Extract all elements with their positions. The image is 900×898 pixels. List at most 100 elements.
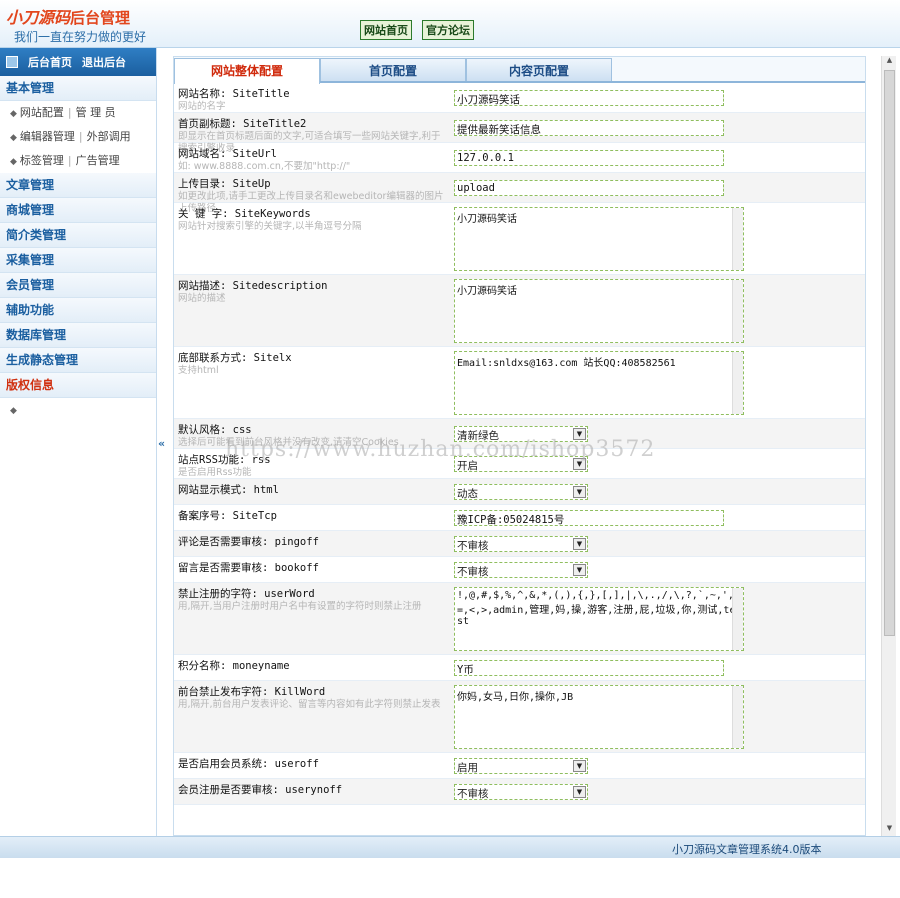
menu-group-3[interactable]: 简介类管理 bbox=[0, 223, 156, 248]
separator: | bbox=[67, 154, 72, 167]
header: 小刀源码后台管理 我们一直在努力做的更好 网站首页 官方论坛 bbox=[0, 0, 900, 48]
tab-content-config[interactable]: 内容页配置 bbox=[466, 58, 612, 81]
text-input[interactable]: 小刀源码笑话 bbox=[454, 89, 724, 106]
field-value-cell: 提供最新笑话信息 bbox=[454, 113, 865, 142]
select-dropdown[interactable]: 启用 ▼ bbox=[454, 757, 588, 774]
separator: | bbox=[78, 130, 83, 143]
textarea[interactable]: 小刀源码笑话 bbox=[454, 278, 744, 343]
form-row: 评论是否需要审核: pingoff 不审核 ▼ bbox=[174, 531, 865, 557]
menu-group-1[interactable]: 文章管理 bbox=[0, 173, 156, 198]
grid-icon bbox=[6, 56, 18, 68]
chevron-down-icon[interactable]: ▼ bbox=[573, 563, 586, 576]
field-label-cell: 备案序号: SiteTcp bbox=[174, 505, 454, 530]
menu-item[interactable]: 广告管理 bbox=[76, 154, 120, 167]
textarea[interactable]: Email:snldxs@163.com 站长QQ:408582561 bbox=[454, 350, 744, 415]
text-input[interactable]: Y币 bbox=[454, 659, 724, 676]
chevron-down-icon[interactable]: ▼ bbox=[573, 537, 586, 550]
menu-item[interactable]: 编辑器管理 bbox=[20, 130, 75, 143]
menu-group-0[interactable]: 基本管理 bbox=[0, 76, 156, 101]
menu-item[interactable]: 外部调用 bbox=[87, 130, 131, 143]
footer: 小刀源码文章管理系统4.0版本 bbox=[0, 836, 900, 858]
select-value: 清新绿色 bbox=[457, 429, 499, 442]
form-row: 站点RSS功能: rss 是否启用Rss功能 开启 ▼ bbox=[174, 449, 865, 479]
field-hint: 选择后可能看到前台风格并没有改变,请清空Cookies bbox=[178, 437, 399, 448]
menu-sub-row: ◆ 网站配置 | 管 理 员 bbox=[0, 101, 156, 125]
field-label-cell: 积分名称: moneyname bbox=[174, 655, 454, 680]
diamond-bullet-icon: ◆ bbox=[10, 157, 17, 167]
brand-name: 小刀源码 bbox=[6, 8, 71, 27]
field-value-cell: 不审核 ▼ bbox=[454, 531, 865, 556]
menu-group-6[interactable]: 辅助功能 bbox=[0, 298, 156, 323]
field-value-cell: 开启 ▼ bbox=[454, 449, 865, 478]
site-home-link[interactable]: 网站首页 bbox=[360, 20, 412, 40]
select-dropdown[interactable]: 开启 ▼ bbox=[454, 455, 588, 472]
forum-link[interactable]: 官方论坛 bbox=[422, 20, 474, 40]
text-input[interactable]: 豫ICP备:05024815号 bbox=[454, 509, 724, 526]
select-dropdown[interactable]: 不审核 ▼ bbox=[454, 561, 588, 578]
textarea[interactable]: 小刀源码笑话 bbox=[454, 206, 744, 271]
field-label: 关 键 字: SiteKeywords bbox=[178, 208, 311, 220]
diamond-bullet-icon: ◆ bbox=[10, 109, 17, 119]
field-label: 积分名称: moneyname bbox=[178, 660, 290, 672]
menu-group-2[interactable]: 商城管理 bbox=[0, 198, 156, 223]
form-row: 备案序号: SiteTcp 豫ICP备:05024815号 bbox=[174, 505, 865, 531]
field-hint: 如: www.8888.com.cn,不要加"http://" bbox=[178, 161, 351, 172]
menu-sub-row: ◆ bbox=[0, 398, 156, 422]
menu-group-5[interactable]: 会员管理 bbox=[0, 273, 156, 298]
tab-bar: 网站整体配置 首页配置 内容页配置 bbox=[174, 57, 865, 84]
collapse-sidebar-icon[interactable]: « bbox=[158, 437, 172, 451]
menu-item[interactable]: 网站配置 bbox=[20, 106, 64, 119]
scroll-down-icon[interactable]: ▼ bbox=[882, 824, 897, 836]
scroll-up-icon[interactable]: ▲ bbox=[882, 56, 897, 68]
menu-item[interactable]: 标签管理 bbox=[20, 154, 64, 167]
select-dropdown[interactable]: 清新绿色 ▼ bbox=[454, 425, 588, 442]
select-dropdown[interactable]: 不审核 ▼ bbox=[454, 783, 588, 800]
field-label-cell: 首页副标题: SiteTitle2 即显示在首页标题后面的文字,可适合填写一些网站… bbox=[174, 113, 454, 154]
select-value: 不审核 bbox=[457, 539, 489, 552]
tab-site-config[interactable]: 网站整体配置 bbox=[174, 58, 320, 84]
chevron-down-icon[interactable]: ▼ bbox=[573, 427, 586, 440]
field-label-cell: 禁止注册的字符: userWord 用,隔开,当用户注册时用户名中有设置的字符时则… bbox=[174, 583, 454, 654]
field-value-cell: 小刀源码笑话 bbox=[454, 275, 865, 346]
textarea[interactable]: !,@,#,$,%,^,&,*,(,),{,},[,],|,\,.,/,\,?,… bbox=[454, 586, 744, 651]
menu-group-8[interactable]: 生成静态管理 bbox=[0, 348, 156, 373]
text-input[interactable]: 127.0.0.1 bbox=[454, 149, 724, 166]
field-label-cell: 网站名称: SiteTitle 网站的名字 bbox=[174, 83, 454, 112]
menu-group-7[interactable]: 数据库管理 bbox=[0, 323, 156, 348]
field-label: 网站显示模式: html bbox=[178, 484, 279, 496]
field-label: 上传目录: SiteUp bbox=[178, 178, 271, 190]
chevron-down-icon[interactable]: ▼ bbox=[573, 457, 586, 470]
form-row: 网站域名: SiteUrl 如: www.8888.com.cn,不要加"http… bbox=[174, 143, 865, 173]
select-dropdown[interactable]: 动态 ▼ bbox=[454, 483, 588, 500]
text-input[interactable]: upload bbox=[454, 179, 724, 196]
field-hint: 网站的名字 bbox=[178, 101, 226, 112]
chevron-down-icon[interactable]: ▼ bbox=[573, 485, 586, 498]
form-row: 禁止注册的字符: userWord 用,隔开,当用户注册时用户名中有设置的字符时则… bbox=[174, 583, 865, 655]
chevron-down-icon[interactable]: ▼ bbox=[573, 759, 586, 772]
field-value-cell: 小刀源码笑话 bbox=[454, 83, 865, 112]
admin-home-link[interactable]: 后台首页 bbox=[28, 54, 72, 70]
select-dropdown[interactable]: 不审核 ▼ bbox=[454, 535, 588, 552]
field-label: 评论是否需要审核: pingoff bbox=[178, 536, 319, 548]
menu-sub-row: ◆ 编辑器管理 | 外部调用 bbox=[0, 125, 156, 149]
field-label-cell: 关 键 字: SiteKeywords 网站针对搜索引擎的关键字,以半角逗号分隔 bbox=[174, 203, 454, 274]
diamond-bullet-icon: ◆ bbox=[10, 133, 17, 143]
main-panel: 网站整体配置 首页配置 内容页配置 网站名称: SiteTitle 网站的名字 小刀… bbox=[173, 56, 866, 836]
field-hint: 支持html bbox=[178, 365, 219, 376]
field-value-cell: 你妈,女马,日你,操你,JB bbox=[454, 681, 865, 752]
select-value: 启用 bbox=[457, 761, 478, 774]
tab-home-config[interactable]: 首页配置 bbox=[320, 58, 466, 81]
menu-item[interactable]: 管 理 员 bbox=[76, 106, 116, 119]
logout-link[interactable]: 退出后台 bbox=[82, 54, 126, 70]
textarea[interactable]: 你妈,女马,日你,操你,JB bbox=[454, 684, 744, 749]
scrollbar[interactable]: ▲ ▼ bbox=[881, 56, 896, 836]
field-value-cell: 127.0.0.1 bbox=[454, 143, 865, 172]
chevron-down-icon[interactable]: ▼ bbox=[573, 785, 586, 798]
menu-group-9[interactable]: 版权信息 bbox=[0, 373, 156, 398]
field-value-cell: Y币 bbox=[454, 655, 865, 680]
field-value-cell: 启用 ▼ bbox=[454, 753, 865, 778]
scroll-thumb[interactable] bbox=[884, 70, 895, 636]
text-input[interactable]: 提供最新笑话信息 bbox=[454, 119, 724, 136]
select-value: 开启 bbox=[457, 459, 478, 472]
menu-group-4[interactable]: 采集管理 bbox=[0, 248, 156, 273]
